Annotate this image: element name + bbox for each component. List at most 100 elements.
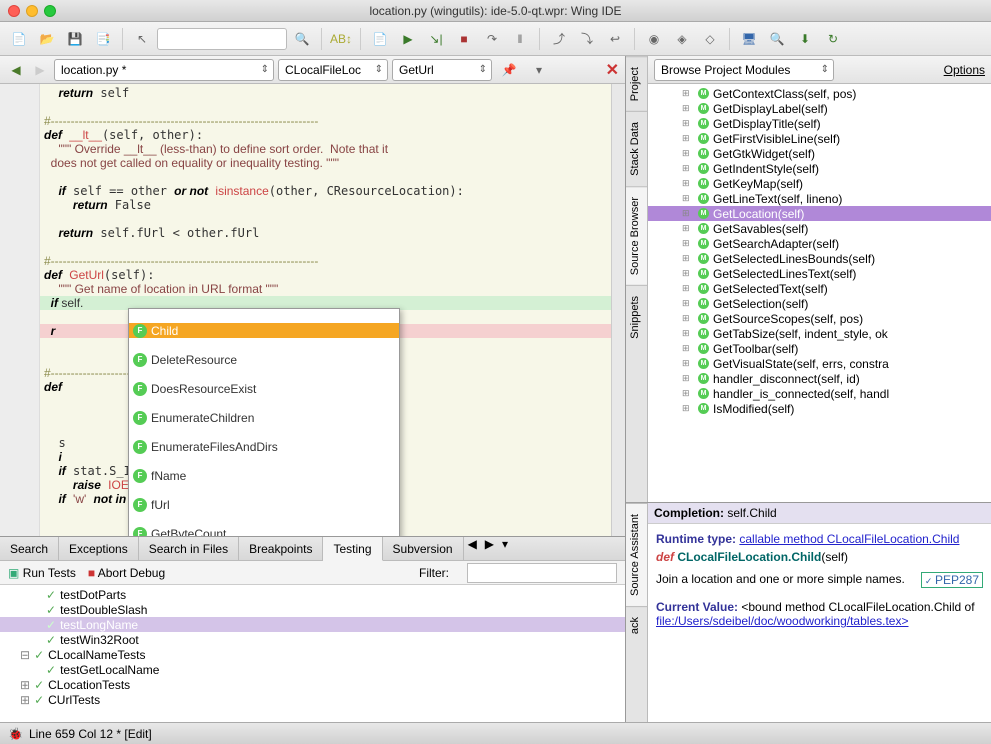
autocomplete-popup[interactable]: Child DeleteResource DoesResourceExist E… <box>128 308 400 536</box>
file-selector[interactable]: location.py * <box>54 59 274 81</box>
return-icon[interactable]: ↩ <box>602 26 628 52</box>
tab-source-assistant[interactable]: Source Assistant <box>626 503 647 606</box>
bug-icon[interactable]: 🐞 <box>8 727 23 741</box>
tab-prev-icon[interactable]: ◀ <box>464 537 481 560</box>
method-item[interactable]: ⊞GetDisplayLabel(self) <box>648 101 991 116</box>
method-item[interactable]: ⊞GetContextClass(self, pos) <box>648 86 991 101</box>
step-icon[interactable]: ⤵ <box>574 26 600 52</box>
ac-item[interactable]: fUrl <box>129 497 399 512</box>
run-tests-button[interactable]: ▣ Run Tests <box>8 566 76 580</box>
method-item[interactable]: ⊞GetLocation(self) <box>648 206 991 221</box>
collapse-icon[interactable]: ⊟ <box>20 648 30 662</box>
save-icon[interactable]: 💾 <box>62 26 88 52</box>
find-icon[interactable]: 🔍 <box>764 26 790 52</box>
gutter[interactable] <box>0 84 40 536</box>
test-item[interactable]: ✓testGetLocalName <box>0 662 625 677</box>
nav-back-icon[interactable]: ◀ <box>6 60 26 80</box>
test-class[interactable]: ⊞✓CLocationTests <box>0 677 625 692</box>
goto-icon[interactable]: ↖ <box>129 26 155 52</box>
breakpoint-icon[interactable]: ◉ <box>641 26 667 52</box>
test-tree[interactable]: ✓testDotParts ✓testDoubleSlash ✓testLong… <box>0 585 625 722</box>
expand-icon[interactable]: ⊞ <box>20 678 30 692</box>
ac-item[interactable]: DoesResourceExist <box>129 381 399 396</box>
expand-icon[interactable]: ⊞ <box>682 403 690 414</box>
browse-mode-selector[interactable]: Browse Project Modules <box>654 59 834 81</box>
class-selector[interactable]: CLocalFileLoc <box>278 59 388 81</box>
expand-icon[interactable]: ⊞ <box>682 298 690 309</box>
method-item[interactable]: ⊞GetToolbar(self) <box>648 341 991 356</box>
replace-icon[interactable]: AB↕ <box>328 26 354 52</box>
expand-icon[interactable]: ⊞ <box>682 313 690 324</box>
expand-icon[interactable]: ⊞ <box>682 193 690 204</box>
test-item[interactable]: ✓testWin32Root <box>0 632 625 647</box>
expand-icon[interactable]: ⊞ <box>682 373 690 384</box>
step-over-icon[interactable]: ↷ <box>479 26 505 52</box>
method-list[interactable]: ⊞GetContextClass(self, pos)⊞GetDisplayLa… <box>648 84 991 502</box>
expand-icon[interactable]: ⊞ <box>682 253 690 264</box>
expand-icon[interactable]: ⊞ <box>682 88 690 99</box>
expand-icon[interactable]: ⊞ <box>682 148 690 159</box>
tab-search[interactable]: Search <box>0 537 59 560</box>
method-item[interactable]: ⊞GetSavables(self) <box>648 221 991 236</box>
method-item[interactable]: ⊞GetSelection(self) <box>648 296 991 311</box>
close-tab-icon[interactable]: ✕ <box>606 60 619 80</box>
search-input[interactable] <box>157 28 287 50</box>
step-into-icon[interactable]: ↘| <box>423 26 449 52</box>
new-file-icon[interactable]: 📄 <box>6 26 32 52</box>
breakpoint2-icon[interactable]: ◈ <box>669 26 695 52</box>
tab-next-icon[interactable]: ▶ <box>481 537 498 560</box>
method-item[interactable]: ⊞GetTabSize(self, indent_style, ok <box>648 326 991 341</box>
method-item[interactable]: ⊞GetVisualState(self, errs, constra <box>648 356 991 371</box>
ac-item-child[interactable]: Child <box>129 323 399 338</box>
ac-item[interactable]: DeleteResource <box>129 352 399 367</box>
tab-exceptions[interactable]: Exceptions <box>59 537 139 560</box>
dropdown-icon[interactable]: ▾ <box>526 57 552 83</box>
pep-badge[interactable]: ✓ PEP287 <box>921 572 983 588</box>
test-item[interactable]: ✓testDotParts <box>0 587 625 602</box>
expand-icon[interactable]: ⊞ <box>682 223 690 234</box>
tab-menu-icon[interactable]: ▾ <box>498 537 512 560</box>
code-editor[interactable]: return self #---------------------------… <box>0 84 625 536</box>
expand-icon[interactable]: ⊞ <box>682 178 690 189</box>
filter-input[interactable] <box>467 563 617 583</box>
open-folder-icon[interactable]: 📂 <box>34 26 60 52</box>
method-item[interactable]: ⊞GetFirstVisibleLine(self) <box>648 131 991 146</box>
expand-icon[interactable]: ⊞ <box>682 283 690 294</box>
editor-scrollbar[interactable] <box>611 84 625 536</box>
search-icon[interactable]: 🔍 <box>289 26 315 52</box>
method-item[interactable]: ⊞GetSelectedText(self) <box>648 281 991 296</box>
method-item[interactable]: ⊞GetSearchAdapter(self) <box>648 236 991 251</box>
method-item[interactable]: ⊞GetKeyMap(self) <box>648 176 991 191</box>
current-value-link[interactable]: file:/Users/sdeibel/doc/woodworking/tabl… <box>656 614 908 628</box>
expand-icon[interactable]: ⊞ <box>682 343 690 354</box>
runtime-type-link[interactable]: callable method CLocalFileLocation.Child <box>739 532 959 546</box>
expand-icon[interactable]: ⊞ <box>682 163 690 174</box>
test-item-selected[interactable]: ✓testLongName <box>0 617 625 632</box>
code-area[interactable]: return self #---------------------------… <box>40 84 611 536</box>
debug-file-icon[interactable]: 📄 <box>367 26 393 52</box>
tab-subversion[interactable]: Subversion <box>383 537 464 560</box>
monitor-icon[interactable]: 🖥 <box>736 26 762 52</box>
expand-icon[interactable]: ⊞ <box>682 103 690 114</box>
tab-ack[interactable]: ack <box>626 606 647 644</box>
method-item[interactable]: ⊞GetIndentStyle(self) <box>648 161 991 176</box>
method-item[interactable]: ⊞handler_disconnect(self, id) <box>648 371 991 386</box>
expand-icon[interactable]: ⊞ <box>682 328 690 339</box>
run-icon[interactable]: ▶ <box>395 26 421 52</box>
breakpoint3-icon[interactable]: ◇ <box>697 26 723 52</box>
ac-item[interactable]: EnumerateFilesAndDirs <box>129 439 399 454</box>
ac-item[interactable]: EnumerateChildren <box>129 410 399 425</box>
tab-project[interactable]: Project <box>626 56 647 111</box>
method-item[interactable]: ⊞GetSourceScopes(self, pos) <box>648 311 991 326</box>
expand-icon[interactable]: ⊞ <box>682 133 690 144</box>
save-all-icon[interactable]: 📑 <box>90 26 116 52</box>
expand-icon[interactable]: ⊞ <box>682 268 690 279</box>
expand-icon[interactable]: ⊞ <box>682 208 690 219</box>
refresh-icon[interactable]: ↻ <box>820 26 846 52</box>
method-item[interactable]: ⊞GetSelectedLinesText(self) <box>648 266 991 281</box>
options-link[interactable]: Options <box>944 63 985 77</box>
method-item[interactable]: ⊞handler_is_connected(self, handl <box>648 386 991 401</box>
tab-snippets[interactable]: Snippets <box>626 285 647 349</box>
test-class[interactable]: ⊞✓CUrlTests <box>0 692 625 707</box>
method-item[interactable]: ⊞GetGtkWidget(self) <box>648 146 991 161</box>
